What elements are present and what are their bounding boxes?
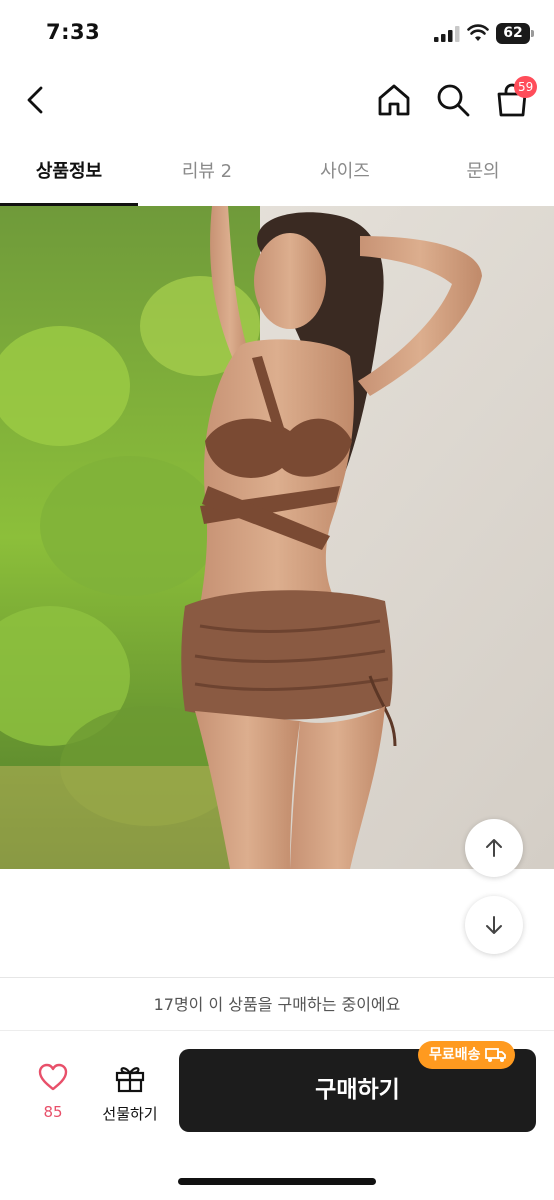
tab-product-info[interactable]: 상품정보: [0, 146, 138, 206]
like-button[interactable]: 85: [22, 1063, 84, 1127]
scroll-to-top-button[interactable]: [465, 819, 523, 877]
wifi-icon: [467, 24, 489, 41]
gift-button[interactable]: 선물하기: [94, 1063, 166, 1127]
battery-level: 62: [496, 23, 530, 44]
tab-reviews[interactable]: 리뷰 2: [138, 146, 276, 206]
heart-icon: [38, 1063, 68, 1091]
scroll-to-bottom-button[interactable]: [465, 896, 523, 954]
back-icon: [27, 86, 43, 114]
truck-icon: [484, 1048, 506, 1062]
search-icon: [437, 84, 470, 117]
arrow-down-icon: [486, 916, 502, 934]
product-tabs: 상품정보 리뷰 2 사이즈 문의: [0, 146, 554, 206]
top-navigation: 59: [0, 66, 554, 136]
gift-label: 선물하기: [102, 1105, 158, 1123]
back-button[interactable]: [16, 80, 56, 120]
battery-indicator: 62: [496, 23, 534, 44]
cellular-signal-icon: [434, 26, 460, 42]
home-indicator: [178, 1178, 376, 1185]
like-count: 85: [43, 1103, 63, 1121]
tab-inquiry[interactable]: 문의: [414, 146, 552, 206]
product-photo: [0, 206, 554, 869]
cart-count-badge: 59: [514, 76, 538, 98]
product-photo-illustration: [0, 206, 554, 869]
cart-button[interactable]: 59: [492, 76, 538, 120]
status-time: 7:33: [46, 20, 101, 44]
arrow-up-icon: [486, 839, 502, 857]
tab-size[interactable]: 사이즈: [276, 146, 414, 206]
free-shipping-label: 무료배송: [429, 1047, 481, 1063]
battery-cap: [531, 30, 534, 37]
gift-icon: [115, 1067, 145, 1093]
home-button[interactable]: [374, 80, 414, 120]
free-shipping-badge: 무료배송: [418, 1041, 515, 1069]
purchase-activity-notice: 17명이 이 상품을 구매하는 중이에요: [0, 977, 554, 1031]
bottom-action-bar: 85 선물하기 구매하기 무료배송: [0, 1031, 554, 1200]
search-button[interactable]: [433, 80, 473, 120]
home-icon: [378, 84, 410, 116]
status-bar: 7:33 62: [0, 0, 554, 66]
